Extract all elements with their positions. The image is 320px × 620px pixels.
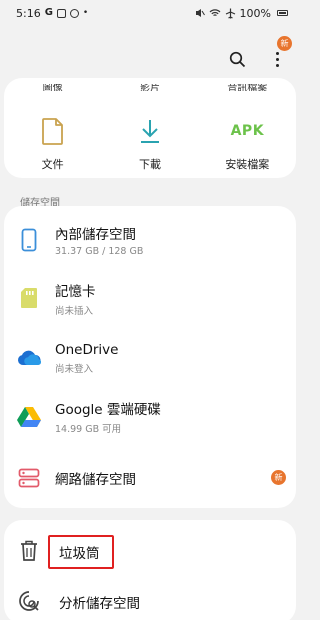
categories-card: 圖像 影片 音訊檔案 文件 下載 APK 安裝檔案 xyxy=(4,78,296,178)
storage-item-onedrive[interactable]: OneDrive 尚未登入 xyxy=(4,330,296,386)
storage-item-subtitle: 尚未登入 xyxy=(55,363,94,375)
notification-dot-icon: • xyxy=(82,7,89,18)
storage-item-title: OneDrive xyxy=(55,341,119,358)
battery-icon xyxy=(277,10,288,16)
document-icon xyxy=(41,117,63,145)
apk-icon: APK xyxy=(230,123,265,139)
trash-item[interactable]: 垃圾筒 xyxy=(4,526,296,576)
download-icon xyxy=(140,120,159,143)
photo-icon xyxy=(56,8,66,18)
storage-item-subtitle: 14.99 GB 可用 xyxy=(55,423,122,435)
category-downloads-label: 下載 xyxy=(138,158,161,171)
new-badge: 新 xyxy=(271,470,286,485)
chat-icon xyxy=(69,8,79,18)
category-installation-files-label: 安裝檔案 xyxy=(225,158,270,171)
storage-item-sd-card[interactable]: 記憶卡 尚未插入 xyxy=(4,270,296,326)
storage-card: 內部儲存空間 31.37 GB / 128 GB 記憶卡 尚未插入 OneDri… xyxy=(4,206,296,508)
more-options-button[interactable]: 新 xyxy=(266,36,292,70)
storage-item-subtitle: 31.37 GB / 128 GB xyxy=(55,246,144,257)
trash-icon xyxy=(21,540,37,561)
new-badge: 新 xyxy=(277,36,292,51)
search-button[interactable] xyxy=(226,48,248,70)
categories-row: 文件 下載 APK 安裝檔案 xyxy=(4,116,296,172)
onedrive-icon xyxy=(17,350,42,365)
storage-item-title: 網路儲存空間 xyxy=(55,472,136,488)
storage-item-title: 內部儲存空間 xyxy=(55,227,136,243)
category-images-label[interactable]: 圖像 xyxy=(4,84,101,91)
category-audio-label[interactable]: 音訊檔案 xyxy=(199,84,296,91)
storage-item-subtitle: 尚未插入 xyxy=(55,305,94,317)
battery-percent: 100% xyxy=(239,6,271,20)
airplane-icon xyxy=(225,8,235,19)
status-time: 5:16 xyxy=(16,6,41,20)
storage-item-title: Google 雲端硬碟 xyxy=(55,401,161,418)
categories-top-row: 圖像 影片 音訊檔案 xyxy=(4,84,296,91)
storage-item-internal[interactable]: 內部儲存空間 31.37 GB / 128 GB xyxy=(4,212,296,268)
network-storage-icon xyxy=(18,468,40,488)
wifi-icon xyxy=(209,9,220,17)
category-documents-label: 文件 xyxy=(41,158,64,171)
storage-item-title: 記憶卡 xyxy=(55,283,96,300)
google-icon: G xyxy=(44,7,53,18)
phone-icon xyxy=(21,228,37,252)
status-bar: 5:16 G • 100% xyxy=(0,0,300,26)
mute-icon xyxy=(195,9,205,17)
more-options-icon xyxy=(275,51,279,67)
category-installation-files[interactable]: APK 安裝檔案 xyxy=(199,116,296,172)
storage-item-google-drive[interactable]: Google 雲端硬碟 14.99 GB 可用 xyxy=(4,388,296,444)
category-documents[interactable]: 文件 xyxy=(4,116,101,172)
sd-card-icon xyxy=(21,288,37,308)
analyze-storage-item[interactable]: 分析儲存空間 xyxy=(4,576,296,620)
search-icon xyxy=(229,51,245,67)
highlight-box xyxy=(48,535,114,569)
category-videos-label[interactable]: 影片 xyxy=(101,84,198,91)
storage-item-network[interactable]: 網路儲存空間 新 xyxy=(4,450,296,506)
google-drive-icon xyxy=(17,406,41,427)
category-downloads[interactable]: 下載 xyxy=(101,116,198,172)
analyze-storage-label: 分析儲存空間 xyxy=(59,596,140,612)
header-actions: 新 xyxy=(226,36,292,70)
analyze-storage-icon xyxy=(19,591,39,611)
tools-card: 垃圾筒 分析儲存空間 xyxy=(4,520,296,620)
